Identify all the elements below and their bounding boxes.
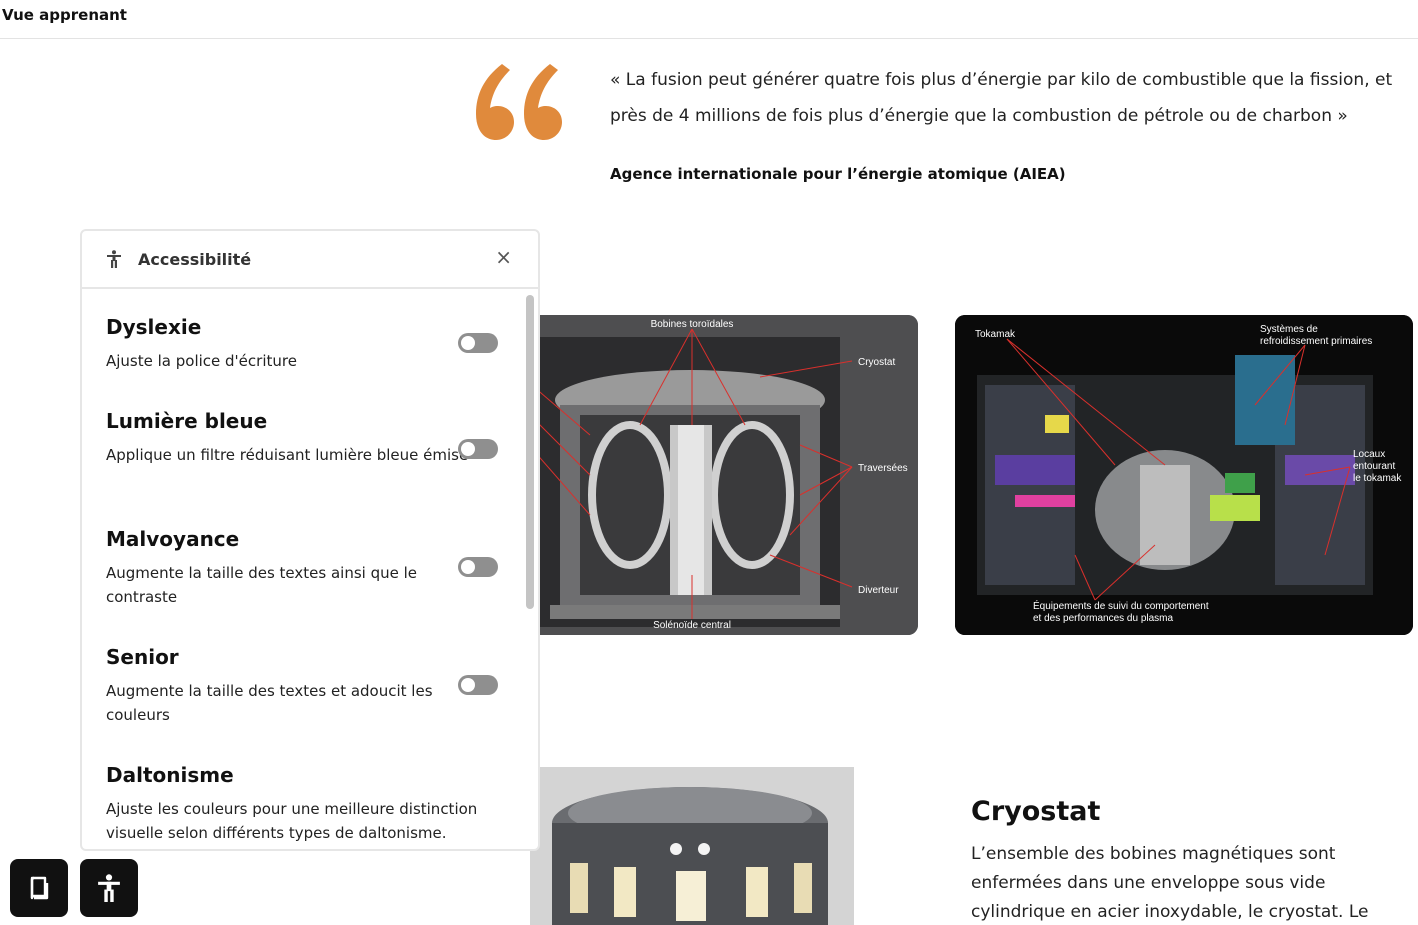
option-senior: Senior Augmente la taille des textes et … — [106, 645, 486, 727]
option-daltonisme: Daltonisme Ajuste les couleurs pour une … — [106, 763, 496, 845]
label-locaux-1: Locaux — [1353, 449, 1385, 460]
toggle-malvoyance[interactable] — [458, 557, 498, 577]
quote-mark-icon — [472, 60, 564, 144]
option-title: Lumière bleue — [106, 409, 268, 433]
toggle-lumiere-bleue[interactable] — [458, 439, 498, 459]
top-bar: Vue apprenant — [0, 0, 1418, 39]
label-cryostat: Cryostat — [858, 357, 895, 368]
label-diverteur: Diverteur — [858, 585, 899, 596]
option-description: Augmente la taille des textes ainsi que … — [106, 564, 418, 606]
panel-scrollbar[interactable] — [526, 295, 534, 609]
option-malvoyance: Malvoyance Augmente la taille des textes… — [106, 527, 486, 609]
cryostat-photo — [530, 767, 854, 925]
option-description: Applique un filtre réduisant lumière ble… — [106, 446, 469, 464]
accessibility-icon — [107, 250, 121, 268]
tokamak-cutaway-diagram: Bobines toroïdales Cryostat Traversées D… — [520, 315, 918, 635]
label-locaux-3: le tokamak — [1353, 473, 1402, 484]
option-title: Dyslexie — [106, 315, 202, 339]
iter-building-diagram: Tokamak Systèmes de refroidissement prim… — [955, 315, 1413, 635]
label-traversees: Traversées — [858, 463, 908, 474]
label-systemes-2: refroidissement primaires — [1260, 336, 1372, 347]
page-mode-title: Vue apprenant — [2, 6, 127, 24]
close-button[interactable]: × — [495, 247, 512, 267]
label-locaux-2: entourant — [1353, 461, 1395, 472]
option-lumiere-bleue: Lumière bleue Applique un filtre réduisa… — [106, 409, 486, 467]
label-solenoide: Solénoïde central — [653, 620, 731, 631]
option-title: Senior — [106, 645, 179, 669]
label-tokamak: Tokamak — [975, 329, 1016, 340]
toggle-dyslexie[interactable] — [458, 333, 498, 353]
accessibility-panel: Accessibilité × Dyslexie Ajuste la polic… — [80, 229, 540, 851]
option-description: Augmente la taille des textes et adoucit… — [106, 682, 433, 724]
book-icon — [30, 876, 49, 900]
label-bobines: Bobines toroïdales — [651, 319, 734, 330]
option-dyslexie: Dyslexie Ajuste la police d'écriture — [106, 315, 486, 373]
accessibility-panel-header: Accessibilité × — [82, 231, 538, 289]
accessibility-options-list[interactable]: Dyslexie Ajuste la police d'écriture Lum… — [82, 289, 522, 849]
accessibility-button[interactable] — [80, 859, 138, 917]
option-description: Ajuste la police d'écriture — [106, 352, 297, 370]
label-equip-2: et des performances du plasma — [1033, 613, 1174, 624]
quote-text: « La fusion peut générer quatre fois plu… — [610, 70, 1393, 126]
option-title: Daltonisme — [106, 763, 234, 787]
cryostat-title: Cryostat — [971, 796, 1101, 827]
option-description: Ajuste les couleurs pour une meilleure d… — [106, 800, 478, 842]
accessibility-icon — [98, 874, 120, 902]
quote-author: Agence internationale pour l’énergie ato… — [610, 165, 1066, 183]
book-button[interactable] — [10, 859, 68, 917]
label-systemes-1: Systèmes de — [1260, 324, 1318, 335]
cryostat-text: L’ensemble des bobines magnétiques sont … — [971, 844, 1369, 922]
option-title: Malvoyance — [106, 527, 240, 551]
accessibility-panel-title: Accessibilité — [138, 250, 252, 269]
toggle-senior[interactable] — [458, 675, 498, 695]
label-equip-1: Équipements de suivi du comportement — [1033, 599, 1209, 612]
